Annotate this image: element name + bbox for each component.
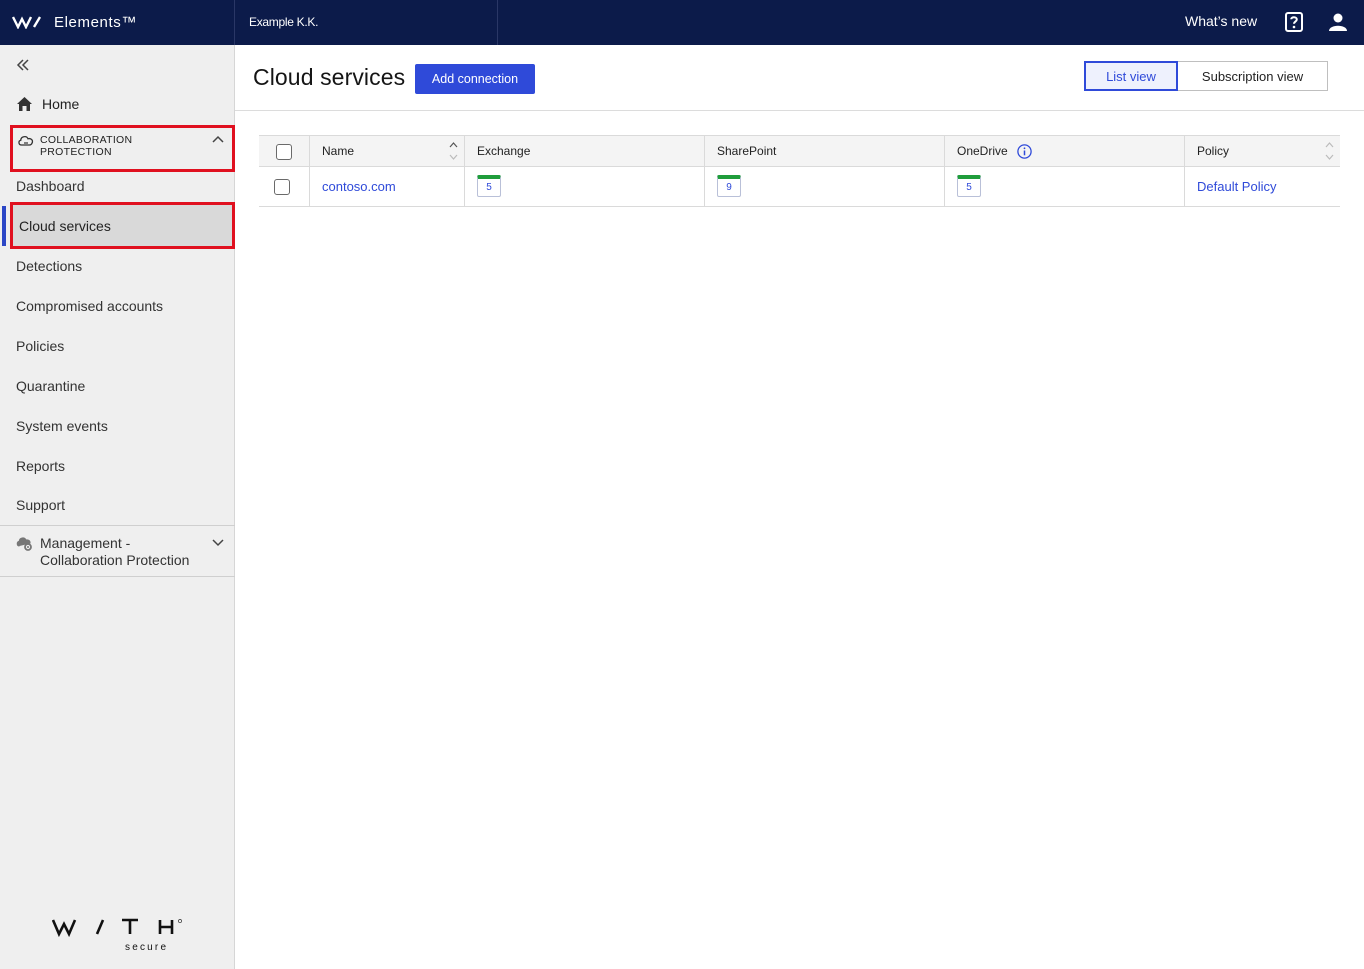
sidebar-section-collaboration-protection[interactable]: COLLABORATION PROTECTION bbox=[10, 125, 235, 172]
section-label: COLLABORATION PROTECTION bbox=[40, 134, 133, 158]
cloud-icon bbox=[18, 136, 34, 146]
brand-name: Elements™ bbox=[54, 13, 137, 31]
withsecure-logo-mark-icon bbox=[12, 16, 42, 29]
topbar-divider bbox=[497, 0, 498, 45]
policy-link[interactable]: Default Policy bbox=[1197, 179, 1276, 194]
logo-subtext: secure bbox=[125, 942, 168, 953]
sidebar-item-home[interactable]: Home bbox=[16, 94, 79, 114]
sharepoint-count-badge[interactable]: 9 bbox=[717, 175, 741, 197]
column-label: Exchange bbox=[477, 144, 531, 158]
cell-policy: Default Policy bbox=[1184, 167, 1340, 206]
cell-sharepoint: 9 bbox=[704, 167, 944, 206]
sidebar-item-reports[interactable]: Reports bbox=[16, 458, 65, 474]
home-icon bbox=[17, 97, 32, 111]
subscription-view-button[interactable]: Subscription view bbox=[1178, 61, 1328, 91]
cell-onedrive: 5 bbox=[944, 167, 1184, 206]
info-icon[interactable] bbox=[1017, 144, 1032, 159]
column-header-onedrive[interactable]: OneDrive bbox=[944, 136, 1184, 166]
cell-exchange: 5 bbox=[464, 167, 704, 206]
chevron-down-icon[interactable] bbox=[212, 538, 224, 548]
column-header-sharepoint[interactable]: SharePoint bbox=[704, 136, 944, 166]
column-header-policy[interactable]: Policy bbox=[1184, 136, 1340, 166]
sidebar-item-system-events[interactable]: System events bbox=[16, 418, 108, 434]
top-bar: Elements™ Example K.K. What’s new bbox=[0, 0, 1364, 45]
sidebar-item-policies[interactable]: Policies bbox=[16, 338, 64, 354]
tenant-link[interactable]: contoso.com bbox=[322, 179, 396, 194]
divider bbox=[0, 576, 235, 577]
organization-selector[interactable]: Example K.K. bbox=[249, 15, 318, 29]
sidebar-item-quarantine[interactable]: Quarantine bbox=[16, 378, 85, 394]
topbar-divider bbox=[234, 0, 235, 45]
column-header-name[interactable]: Name bbox=[309, 136, 464, 166]
table-row[interactable]: contoso.com 5 9 5 Default Policy bbox=[259, 167, 1340, 207]
view-toggle: List view Subscription view bbox=[1084, 61, 1328, 91]
column-label: OneDrive bbox=[957, 144, 1008, 158]
sort-icon[interactable] bbox=[449, 141, 458, 161]
column-label: Name bbox=[322, 144, 355, 158]
sidebar-item-label: Cloud services bbox=[19, 218, 111, 234]
sidebar-item-detections[interactable]: Detections bbox=[16, 258, 82, 274]
divider bbox=[0, 525, 235, 526]
user-icon[interactable] bbox=[1328, 12, 1348, 32]
help-icon[interactable] bbox=[1285, 12, 1303, 32]
add-connection-button[interactable]: Add connection bbox=[415, 64, 535, 94]
cell-name: contoso.com bbox=[309, 167, 464, 206]
sidebar-item-support[interactable]: Support bbox=[16, 497, 65, 513]
sidebar-section-management[interactable]: Management - Collaboration Protection bbox=[16, 535, 228, 575]
column-label: SharePoint bbox=[717, 144, 777, 158]
sort-icon[interactable] bbox=[1325, 141, 1334, 161]
cloud-gear-icon bbox=[16, 537, 32, 551]
whats-new-link[interactable]: What’s new bbox=[1185, 13, 1257, 29]
select-all-checkbox[interactable] bbox=[276, 144, 292, 160]
brand[interactable]: Elements™ bbox=[12, 12, 137, 32]
sidebar-item-compromised-accounts[interactable]: Compromised accounts bbox=[16, 298, 163, 314]
exchange-count-badge[interactable]: 5 bbox=[477, 175, 501, 197]
column-header-exchange[interactable]: Exchange bbox=[464, 136, 704, 166]
row-checkbox[interactable] bbox=[274, 179, 290, 195]
sidebar-item-label: Home bbox=[42, 96, 80, 112]
list-view-button[interactable]: List view bbox=[1084, 61, 1178, 91]
collapse-double-chevron-icon[interactable] bbox=[15, 57, 31, 73]
column-label: Policy bbox=[1197, 144, 1230, 158]
sidebar: Home COLLABORATION PROTECTION Dashboard … bbox=[0, 45, 235, 969]
table-header: Name Exchange SharePoint OneDrive Policy bbox=[259, 135, 1340, 167]
withsecure-logo: secure bbox=[52, 918, 182, 953]
sidebar-item-cloud-services[interactable]: Cloud services bbox=[10, 202, 235, 249]
active-indicator bbox=[2, 206, 6, 246]
chevron-up-icon[interactable] bbox=[212, 134, 224, 144]
page-title: Cloud services bbox=[253, 64, 406, 90]
section-label: Management - Collaboration Protection bbox=[40, 535, 190, 568]
header-divider bbox=[235, 110, 1364, 111]
onedrive-count-badge[interactable]: 5 bbox=[957, 175, 981, 197]
sidebar-item-dashboard[interactable]: Dashboard bbox=[16, 178, 85, 194]
